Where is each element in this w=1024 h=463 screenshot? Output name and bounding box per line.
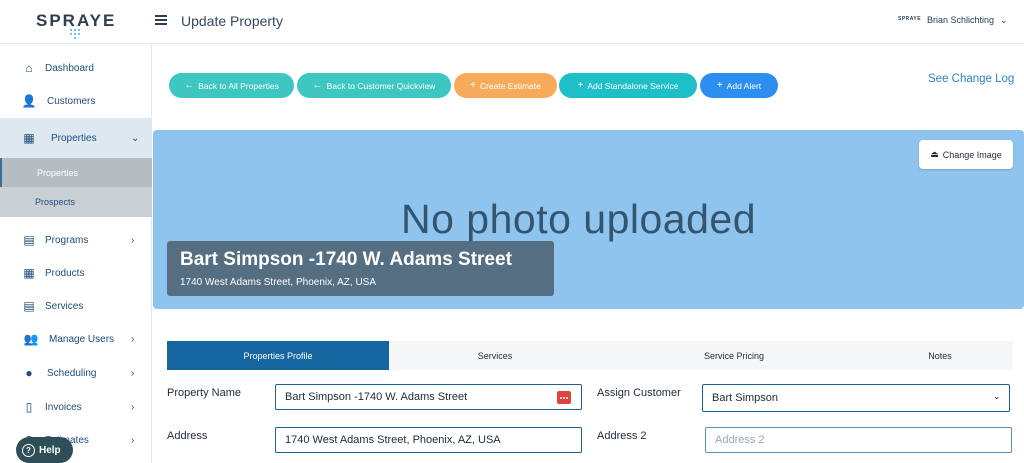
add-standalone-service-button[interactable]: + Add Standalone Service — [559, 73, 697, 98]
no-photo-placeholder: No photo uploaded — [401, 196, 757, 242]
sidebar-item-invoices[interactable]: ▯ Invoices › — [0, 391, 152, 423]
sidebar-item-label: Properties — [51, 132, 97, 144]
brand-logo[interactable]: SPRAYE — [36, 11, 114, 39]
user-menu-name[interactable]: Brian Schlichting — [927, 15, 994, 25]
location-pin-icon: ● — [25, 366, 33, 380]
question-icon: ? — [22, 443, 35, 457]
address-label: Address — [167, 430, 208, 442]
change-image-button[interactable]: ⏏ Change Image — [919, 140, 1013, 169]
sidebar-item-manage-users[interactable]: 👥 Manage Users › — [0, 323, 152, 355]
home-icon: ⌂ — [25, 61, 33, 75]
sidebar-item-services[interactable]: ▤ Services — [0, 290, 152, 322]
sidebar-subitem-properties[interactable]: Properties — [0, 158, 152, 187]
sidebar-item-label: Dashboard — [45, 62, 94, 74]
sidebar-subitem-prospects[interactable]: Prospects — [0, 187, 152, 217]
property-name-value: Bart Simpson -1740 W. Adams Street — [285, 391, 468, 403]
chevron-down-icon: ⌄ — [993, 391, 1001, 401]
sidebar-item-label: Programs — [45, 234, 89, 246]
user-icon: 👤 — [21, 94, 37, 108]
user-menu-chevron-down-icon[interactable]: ⌄ — [1000, 15, 1008, 26]
sidebar-item-customers[interactable]: 👤 Customers — [0, 85, 152, 117]
button-label: Change Image — [942, 149, 1002, 160]
property-image-banner: No photo uploaded ⏏ Change Image Bart Si… — [153, 130, 1024, 309]
grid-icon: ▦ — [23, 266, 35, 280]
button-label: Create Estimate — [479, 80, 541, 91]
sidebar-item-label: Scheduling — [47, 367, 97, 379]
calendar-icon: ▤ — [23, 233, 35, 247]
sidebar-item-properties[interactable]: ▦ Properties ⌄ — [0, 118, 152, 158]
plus-icon: + — [470, 80, 476, 91]
brand-logo-text: SPRAYE — [36, 11, 117, 30]
property-name-label: Property Name — [167, 387, 241, 399]
top-bar: SPRAYE Update Property SPRAYE Brian Schl… — [0, 0, 1024, 44]
list-icon: ▤ — [23, 299, 35, 313]
property-address: 1740 West Adams Street, Phoenix, AZ, USA — [180, 277, 377, 288]
address-2-label: Address 2 — [597, 430, 647, 442]
building-icon: ▦ — [23, 131, 35, 145]
create-estimate-button[interactable]: + Create Estimate — [454, 73, 557, 98]
add-alert-button[interactable]: + Add Alert — [700, 73, 778, 98]
help-button[interactable]: ? Help — [16, 437, 73, 463]
tab-properties-profile[interactable]: Properties Profile — [167, 341, 389, 370]
property-title: Bart Simpson -1740 W. Adams Street — [180, 249, 512, 270]
upload-icon: ⏏ — [930, 149, 939, 159]
sidebar-item-label: Products — [45, 267, 85, 279]
tab-service-pricing[interactable]: Service Pricing — [601, 341, 867, 370]
tab-notes[interactable]: Notes — [867, 341, 1013, 370]
see-change-log-link[interactable]: See Change Log — [928, 73, 1014, 85]
logo-dots-icon — [68, 29, 82, 39]
address-2-placeholder: Address 2 — [715, 434, 765, 446]
arrow-left-icon: ← — [184, 80, 195, 91]
sidebar-item-label: Services — [45, 300, 84, 312]
back-to-customer-quickview-button[interactable]: ← Back to Customer Quickview — [297, 73, 451, 98]
page-title: Update Property — [181, 13, 283, 29]
chevron-right-icon: › — [131, 333, 135, 345]
sidebar-item-label: Invoices — [45, 401, 82, 413]
arrow-left-icon: ← — [312, 80, 323, 91]
sidebar-subitem-label: Prospects — [35, 197, 76, 207]
sidebar-item-label: Customers — [47, 95, 96, 107]
property-tabs: Properties Profile Services Service Pric… — [167, 341, 1013, 370]
chevron-right-icon: › — [131, 401, 135, 413]
users-icon: 👥 — [23, 332, 39, 346]
address-value: 1740 West Adams Street, Phoenix, AZ, USA — [285, 434, 501, 446]
more-options-icon[interactable] — [557, 391, 571, 404]
assign-customer-select[interactable]: Bart Simpson ⌄ — [702, 384, 1010, 412]
assign-customer-value: Bart Simpson — [712, 392, 779, 404]
button-label: Back to Customer Quickview — [326, 80, 436, 91]
sidebar-item-dashboard[interactable]: ⌂ Dashboard — [0, 52, 152, 84]
sidebar: ⌂ Dashboard 👤 Customers ▦ Properties ⌄ P… — [0, 44, 152, 463]
back-to-all-properties-button[interactable]: ← Back to All Properties — [169, 73, 294, 98]
chevron-right-icon: › — [131, 434, 135, 446]
button-label: Back to All Properties — [198, 80, 279, 91]
plus-icon: + — [716, 80, 723, 91]
plus-icon: + — [577, 80, 584, 91]
app-root: SPRAYE Update Property SPRAYE Brian Schl… — [0, 0, 1024, 463]
address-input[interactable]: 1740 West Adams Street, Phoenix, AZ, USA — [275, 427, 582, 453]
document-icon: ▯ — [25, 400, 33, 414]
help-label: Help — [39, 444, 61, 456]
address-2-input[interactable]: Address 2 — [705, 427, 1012, 453]
sidebar-item-programs[interactable]: ▤ Programs › — [0, 224, 152, 256]
sidebar-subitem-label: Properties — [37, 167, 79, 178]
sidebar-item-label: Manage Users — [49, 333, 115, 345]
button-label: Add Standalone Service — [587, 80, 679, 91]
sidebar-item-products[interactable]: ▦ Products — [0, 257, 152, 289]
property-title-card: Bart Simpson -1740 W. Adams Street 1740 … — [167, 241, 554, 296]
sidebar-item-scheduling[interactable]: ● Scheduling › — [0, 357, 152, 389]
chevron-right-icon: › — [131, 367, 135, 379]
menu-toggle-icon[interactable] — [155, 15, 167, 27]
button-label: Add Alert — [726, 80, 762, 91]
assign-customer-label: Assign Customer — [597, 387, 681, 399]
property-name-input[interactable]: Bart Simpson -1740 W. Adams Street — [275, 384, 582, 410]
chevron-right-icon: › — [131, 234, 135, 246]
chevron-down-icon: ⌄ — [131, 132, 140, 144]
company-logo: SPRAYE — [898, 16, 922, 22]
tab-services[interactable]: Services — [389, 341, 601, 370]
